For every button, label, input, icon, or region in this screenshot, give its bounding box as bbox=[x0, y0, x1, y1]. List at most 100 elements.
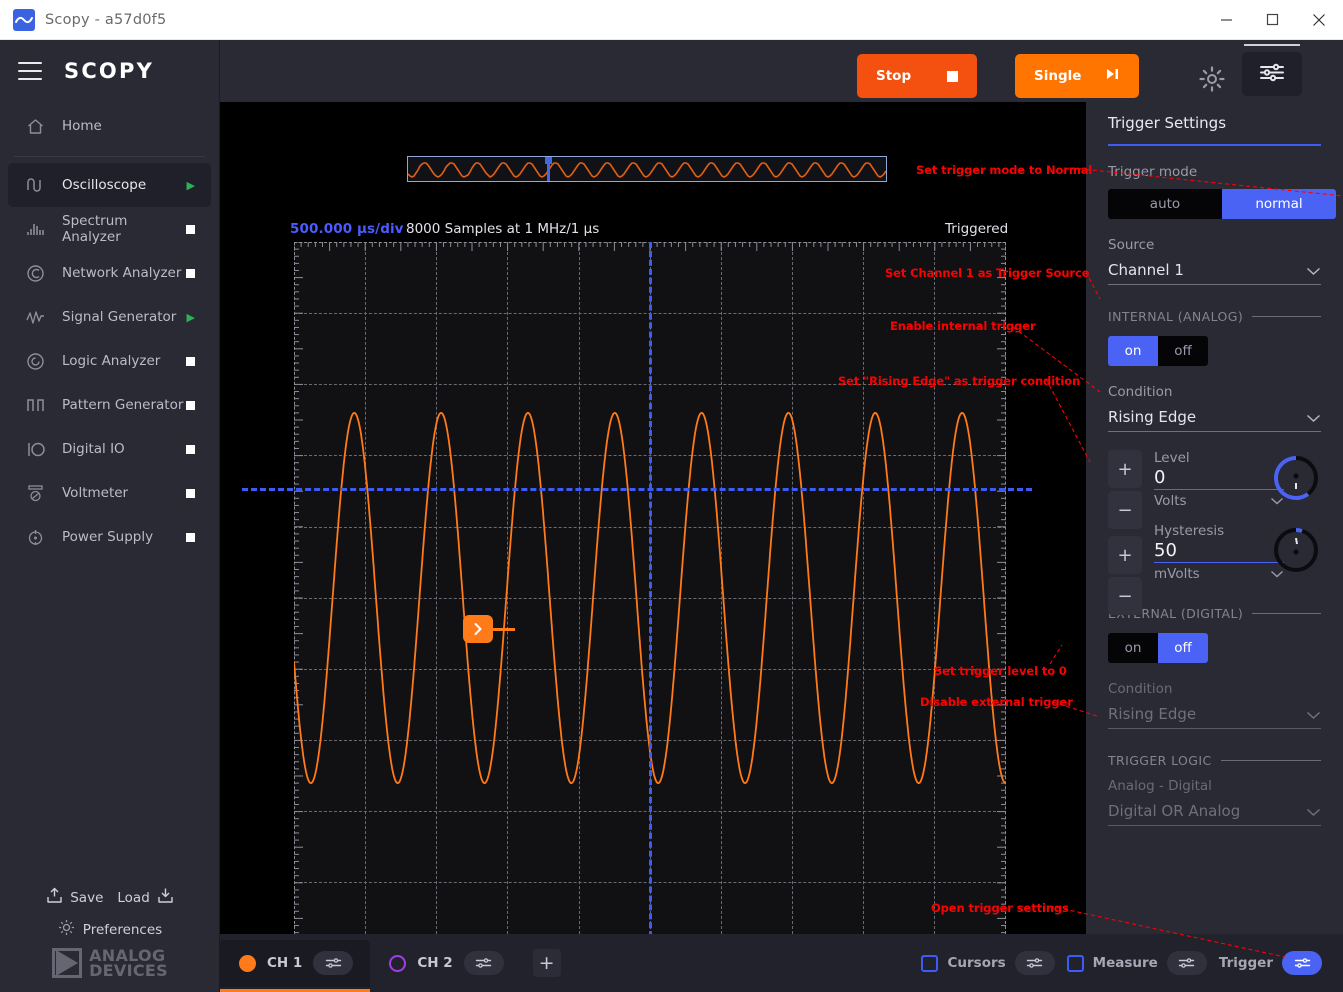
external-condition-select[interactable]: Rising Edge bbox=[1108, 705, 1321, 729]
main-shell: SCOPY Home Oscilloscope ▶ Spectrum Analy… bbox=[0, 40, 1343, 992]
logic-analyzer-icon bbox=[26, 352, 52, 371]
measure-checkbox[interactable] bbox=[1066, 954, 1084, 972]
add-channel-button[interactable]: + bbox=[532, 949, 561, 977]
trigger-logic-label: Analog - Digital bbox=[1108, 778, 1212, 794]
preview-trigger-marker[interactable] bbox=[545, 157, 552, 181]
channel-2-settings-button[interactable] bbox=[463, 951, 504, 975]
channel-1-label: CH 1 bbox=[267, 955, 303, 971]
channel-1-color-dot bbox=[239, 954, 256, 972]
external-trigger-on-option[interactable]: on bbox=[1108, 633, 1158, 663]
hysteresis-label: Hysteresis bbox=[1154, 523, 1225, 539]
scopy-logo: SCOPY bbox=[64, 59, 154, 83]
trigger-level-handle[interactable] bbox=[463, 615, 515, 643]
internal-trigger-toggle[interactable]: on off bbox=[1108, 336, 1208, 366]
internal-analog-section-header: INTERNAL (ANALOG) bbox=[1108, 309, 1321, 324]
stop-button[interactable]: Stop bbox=[857, 54, 977, 98]
measure-settings-button[interactable] bbox=[1166, 951, 1207, 975]
maximize-icon[interactable] bbox=[1249, 0, 1295, 40]
trigger-level-unit-value: Volts bbox=[1154, 493, 1187, 509]
brand-line-2: DEVICES bbox=[89, 961, 168, 980]
status-stopped-icon bbox=[186, 268, 195, 278]
oscilloscope-plot: 500.000 µs/div 8000 Samples at 1 MHz/1 µ… bbox=[220, 102, 1273, 992]
trigger-level-unit-select[interactable]: Volts bbox=[1154, 493, 1284, 509]
sidebar-item-pattern-generator[interactable]: Pattern Generator bbox=[8, 383, 211, 427]
external-trigger-off-option[interactable]: off bbox=[1158, 633, 1208, 663]
trigger-mode-normal-option[interactable]: normal bbox=[1222, 189, 1336, 219]
window-title: Scopy - a57d0f5 bbox=[45, 11, 167, 28]
channel-1-settings-button[interactable] bbox=[313, 951, 354, 975]
pattern-generator-icon bbox=[26, 397, 52, 413]
hysteresis-input[interactable]: 50 bbox=[1154, 540, 1284, 563]
hysteresis-decrement-button[interactable]: − bbox=[1108, 577, 1142, 615]
sidebar-item-home[interactable]: Home bbox=[8, 104, 211, 148]
channel-1-tab[interactable]: CH 1 bbox=[220, 939, 371, 992]
trigger-source-label: Source bbox=[1108, 237, 1155, 253]
trigger-source-value: Channel 1 bbox=[1108, 261, 1184, 279]
sidebar-item-digital-io[interactable]: Digital IO bbox=[8, 427, 211, 471]
internal-trigger-on-option[interactable]: on bbox=[1108, 336, 1158, 366]
hysteresis-unit-select[interactable]: mVolts bbox=[1154, 566, 1284, 582]
trigger-level-knob[interactable] bbox=[1272, 454, 1320, 502]
trigger-level-field-group: Level 0 Volts bbox=[1154, 450, 1284, 509]
internal-condition-select[interactable]: Rising Edge bbox=[1108, 408, 1321, 432]
single-button[interactable]: Single bbox=[1015, 54, 1139, 98]
title-bar: Scopy - a57d0f5 bbox=[0, 0, 1343, 40]
level-increment-button[interactable]: + bbox=[1108, 450, 1142, 488]
stop-square-icon bbox=[947, 70, 958, 82]
status-running-icon: ▶ bbox=[186, 310, 195, 324]
sidebar-item-power-supply[interactable]: Power Supply bbox=[8, 515, 211, 559]
panel-title: Trigger Settings bbox=[1108, 114, 1227, 132]
trigger-level-line bbox=[242, 488, 1032, 491]
chevron-down-icon bbox=[1306, 265, 1321, 279]
trigger-status-label: Triggered bbox=[945, 221, 1009, 237]
trigger-logic-select[interactable]: Digital OR Analog bbox=[1108, 802, 1321, 826]
level-decrement-button[interactable]: − bbox=[1108, 491, 1142, 529]
trigger-settings-button[interactable] bbox=[1282, 951, 1322, 975]
sidebar-header: SCOPY bbox=[0, 40, 219, 102]
channel-2-color-dot bbox=[389, 954, 407, 972]
external-trigger-toggle[interactable]: on off bbox=[1108, 633, 1208, 663]
section-divider bbox=[1220, 760, 1321, 761]
waveform-preview-strip[interactable] bbox=[407, 156, 887, 182]
scopy-wave-icon bbox=[13, 8, 35, 31]
status-stopped-icon bbox=[186, 488, 195, 498]
sidebar-item-network-analyzer[interactable]: Network Analyzer bbox=[8, 251, 211, 295]
cursors-settings-button[interactable] bbox=[1014, 951, 1055, 975]
preview-waveform bbox=[408, 162, 886, 178]
annotation-label: Enable internal trigger bbox=[890, 319, 1036, 333]
general-settings-gear-icon[interactable] bbox=[1195, 62, 1229, 96]
sample-rate-label: 8000 Samples at 1 MHz/1 µs bbox=[406, 221, 600, 237]
save-button[interactable]: Save bbox=[45, 887, 103, 908]
sidebar-item-logic-analyzer[interactable]: Logic Analyzer bbox=[8, 339, 211, 383]
hamburger-icon[interactable] bbox=[18, 62, 42, 80]
trigger-logic-section-header: TRIGGER LOGIC bbox=[1108, 753, 1321, 768]
cursors-checkbox[interactable] bbox=[921, 954, 939, 972]
annotation-label: Open trigger settings bbox=[931, 901, 1069, 915]
close-icon[interactable] bbox=[1295, 0, 1343, 40]
trigger-source-select[interactable]: Channel 1 bbox=[1108, 261, 1321, 285]
hysteresis-knob[interactable] bbox=[1272, 526, 1320, 574]
sidebar-item-signal-generator[interactable]: Signal Generator ▶ bbox=[8, 295, 211, 339]
channel-2-tab[interactable]: CH 2 bbox=[370, 940, 520, 987]
settings-sliders-icon bbox=[1259, 63, 1285, 86]
trigger-level-input[interactable]: 0 bbox=[1154, 467, 1284, 490]
instrument-settings-button[interactable] bbox=[1242, 44, 1302, 96]
preferences-button[interactable]: Preferences bbox=[0, 914, 220, 948]
level-spinner: + − bbox=[1108, 450, 1142, 532]
sidebar-footer: Save Load Preferences ANALOG DEVICES bbox=[0, 881, 220, 992]
hysteresis-increment-button[interactable]: + bbox=[1108, 536, 1142, 574]
single-step-icon bbox=[1106, 68, 1120, 84]
internal-trigger-off-option[interactable]: off bbox=[1158, 336, 1208, 366]
sidebar-item-spectrum-analyzer[interactable]: Spectrum Analyzer bbox=[8, 207, 211, 251]
load-button[interactable]: Load bbox=[117, 887, 174, 908]
trigger-mode-auto-option[interactable]: auto bbox=[1108, 189, 1222, 219]
sidebar-item-oscilloscope[interactable]: Oscilloscope ▶ bbox=[8, 163, 211, 207]
sidebar-item-power-supply-label: Power Supply bbox=[62, 529, 154, 545]
trigger-mode-toggle[interactable]: auto normal bbox=[1108, 189, 1336, 219]
trigger-position-line bbox=[649, 242, 652, 982]
stop-button-label: Stop bbox=[876, 68, 912, 84]
minimize-icon[interactable] bbox=[1203, 0, 1249, 40]
network-analyzer-icon bbox=[26, 264, 52, 283]
sidebar-item-voltmeter[interactable]: Voltmeter bbox=[8, 471, 211, 515]
sidebar-divider bbox=[14, 156, 205, 157]
